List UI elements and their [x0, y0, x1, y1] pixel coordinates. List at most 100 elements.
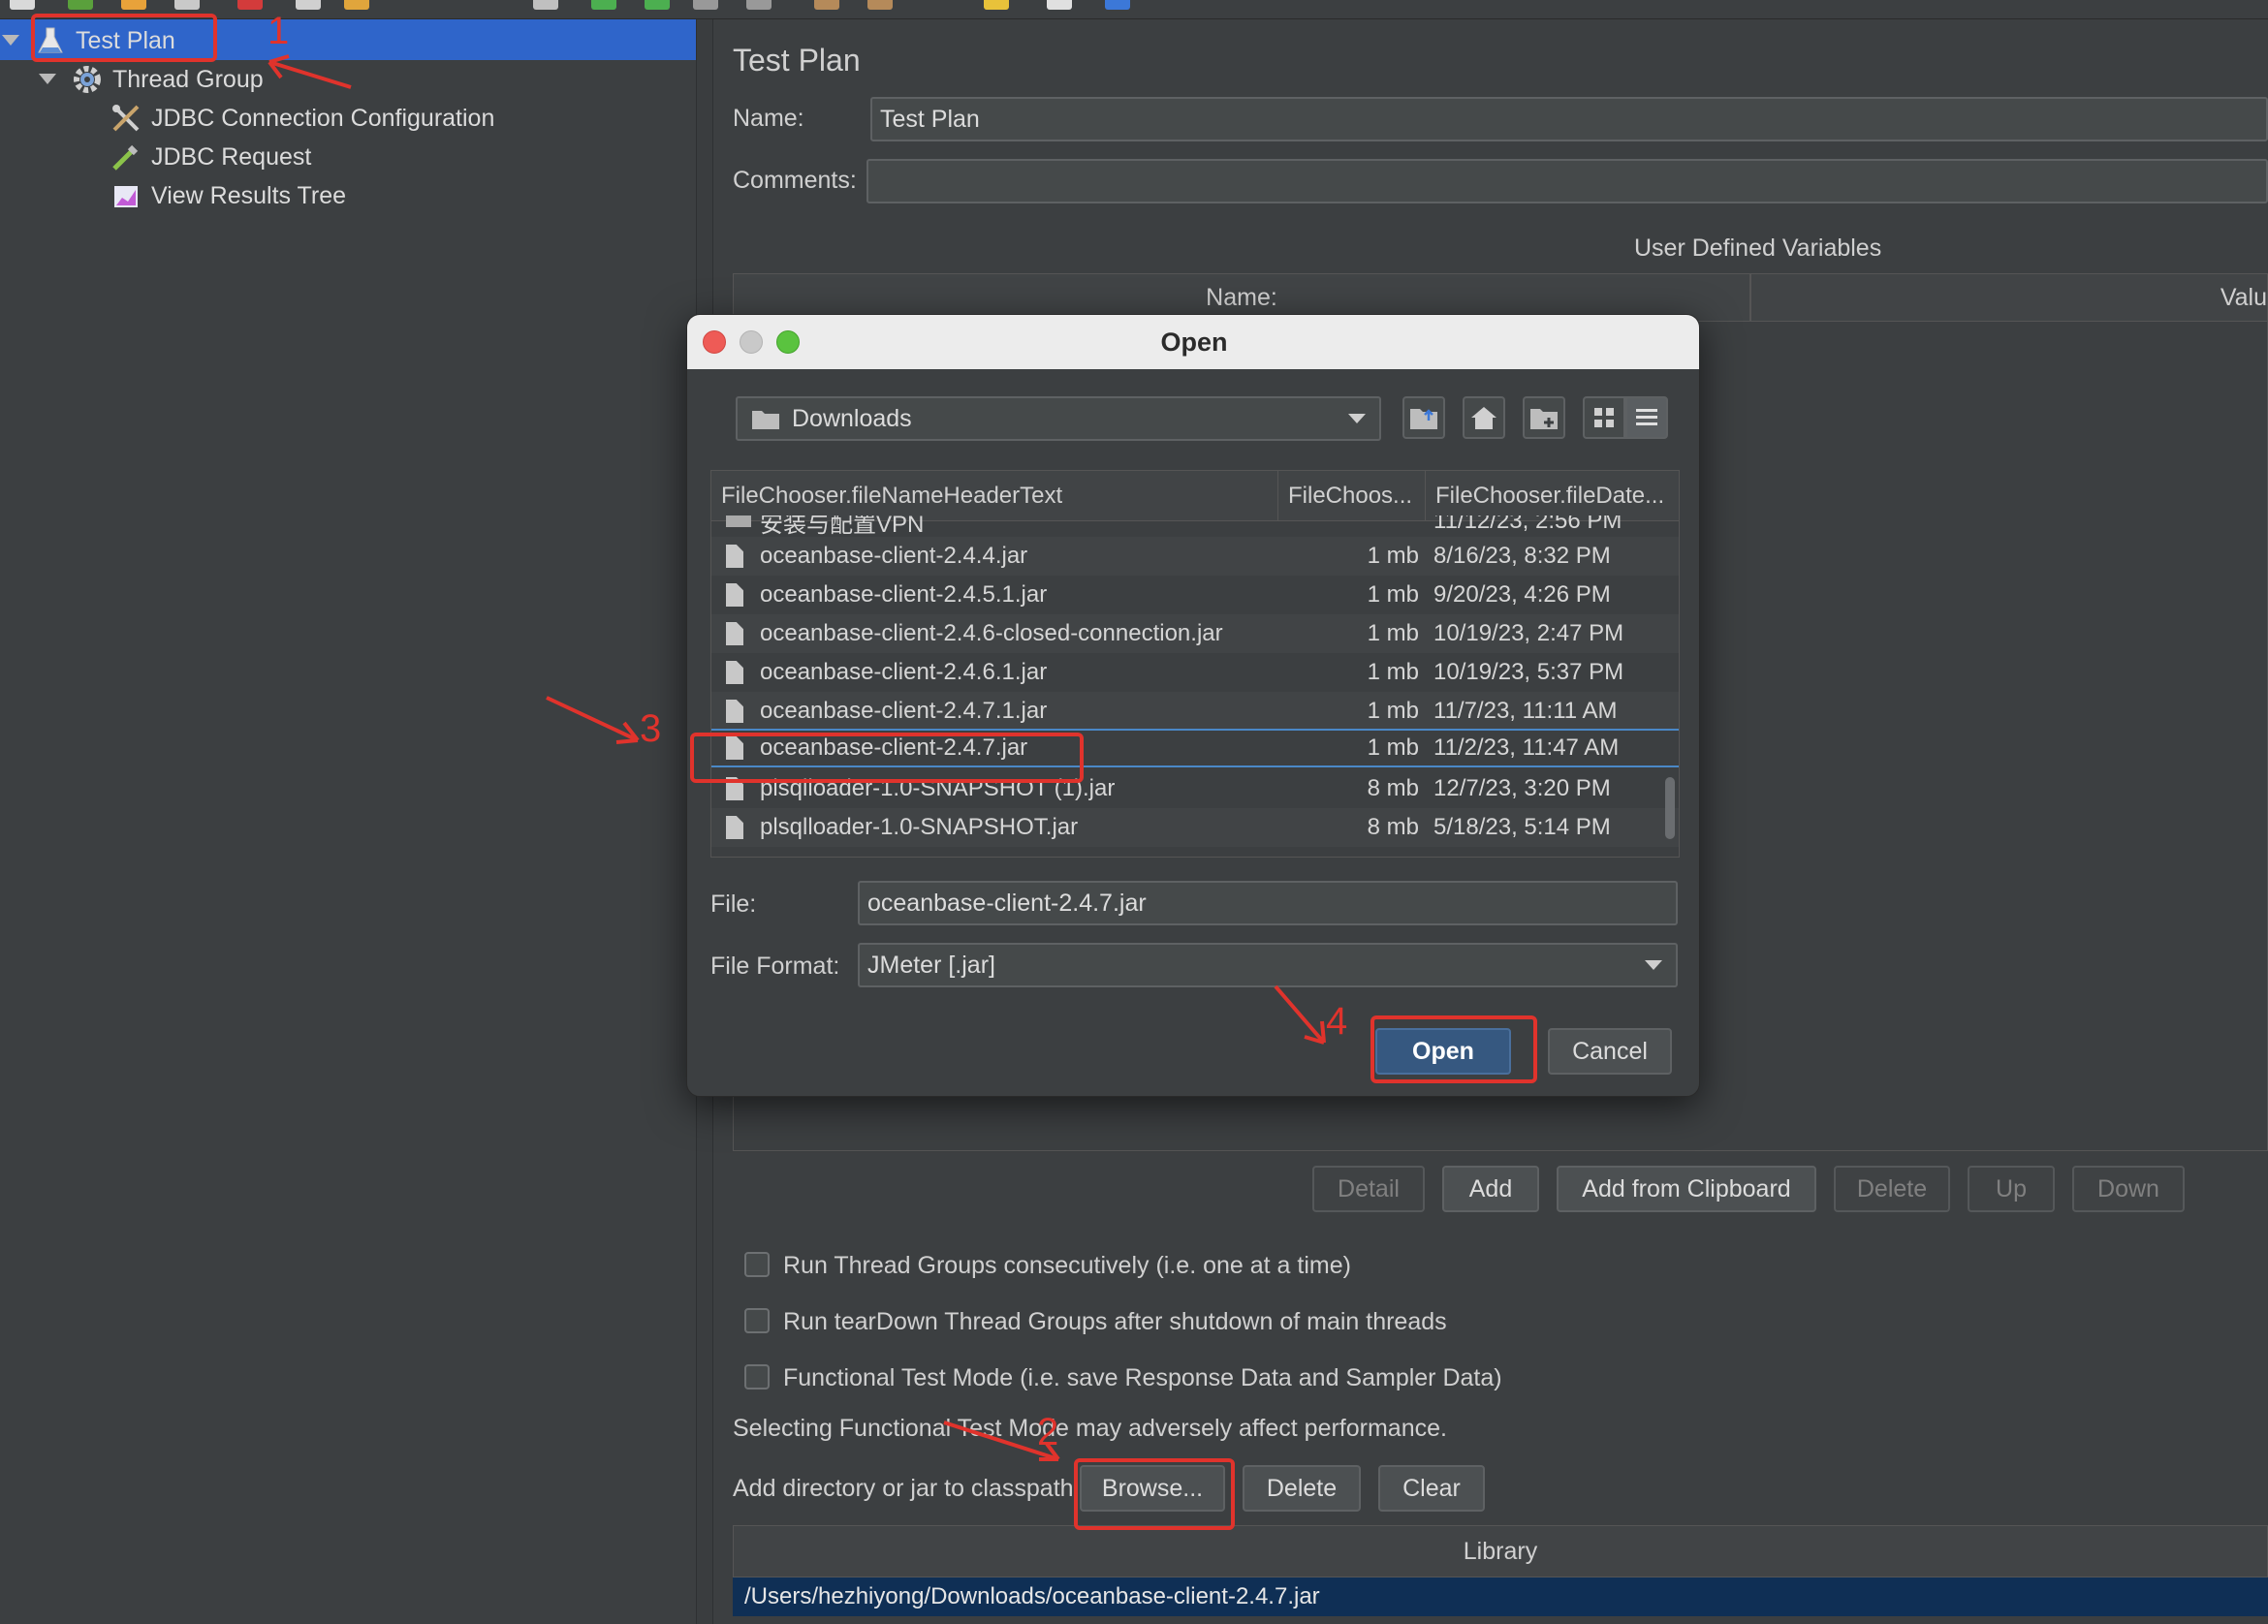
- file-format-label: File Format:: [710, 953, 840, 980]
- file-name: 安装与配置VPN: [760, 515, 925, 537]
- file-name: plsqlloader-1.0-SNAPSHOT.jar: [760, 814, 1079, 840]
- tree-item-thread-group[interactable]: Thread Group: [72, 60, 264, 99]
- chart-icon: [110, 180, 142, 211]
- cancel-button[interactable]: Cancel: [1548, 1028, 1672, 1075]
- file-row[interactable]: oceanbase-client-2.4.7.1.jar 1 mb 11/7/2…: [711, 692, 1679, 731]
- annotation-box-open: [1370, 1015, 1537, 1083]
- file-date: 10/19/23, 2:47 PM: [1433, 620, 1624, 646]
- toggle-icon[interactable]: [533, 0, 558, 10]
- folder-combo[interactable]: Downloads: [736, 396, 1381, 441]
- expand-thread-group-icon[interactable]: [39, 74, 56, 84]
- file-size: 8 mb: [1367, 775, 1419, 801]
- detail-button[interactable]: Detail: [1312, 1166, 1425, 1212]
- start-icon[interactable]: [591, 0, 616, 10]
- clear-all-icon[interactable]: [867, 0, 893, 10]
- user-defined-variables-title: User Defined Variables: [1634, 234, 1882, 262]
- test-plan-tree: [0, 19, 696, 1624]
- shutdown-icon[interactable]: [746, 0, 772, 10]
- gear-icon: [72, 64, 103, 95]
- column-header-name[interactable]: FileChooser.fileNameHeaderText: [711, 471, 1278, 521]
- list-view-button[interactable]: [1625, 396, 1668, 439]
- new-icon[interactable]: [10, 0, 35, 10]
- clear-classpath-button[interactable]: Clear: [1378, 1465, 1485, 1512]
- file-date: 11/12/23, 2:56 PM: [1433, 515, 1622, 534]
- name-field[interactable]: Test Plan: [870, 97, 2268, 141]
- minimize-window-icon[interactable]: [740, 330, 763, 354]
- file-icon: [726, 583, 743, 607]
- run-consecutively-checkbox[interactable]: [744, 1252, 770, 1277]
- dialog-title-bar[interactable]: Open: [687, 315, 1699, 369]
- file-format-value: JMeter [.jar]: [867, 951, 995, 979]
- column-header-size[interactable]: FileChoos...: [1278, 471, 1426, 521]
- column-header-date[interactable]: FileChooser.fileDate...: [1426, 471, 1679, 521]
- annotation-box-selected-file: [690, 733, 1084, 783]
- stop-icon[interactable]: [693, 0, 718, 10]
- file-date: 12/7/23, 3:20 PM: [1433, 775, 1611, 801]
- add-from-clipboard-button[interactable]: Add from Clipboard: [1557, 1166, 1816, 1212]
- start-no-pause-icon[interactable]: [645, 0, 670, 10]
- home-button[interactable]: [1463, 396, 1505, 439]
- folder-icon: [752, 411, 779, 429]
- file-name-input[interactable]: oceanbase-client-2.4.7.jar: [858, 881, 1678, 925]
- annotation-arrow-2: [943, 1421, 1060, 1461]
- new-folder-icon: [1530, 409, 1558, 429]
- tree-item-label: View Results Tree: [151, 181, 347, 209]
- tree-item-jdbc-request[interactable]: JDBC Request: [110, 138, 311, 176]
- file-list-scrollbar[interactable]: [1665, 777, 1675, 839]
- delete-classpath-button[interactable]: Delete: [1243, 1465, 1361, 1512]
- new-folder-button[interactable]: [1523, 396, 1565, 439]
- zoom-window-icon[interactable]: [776, 330, 800, 354]
- name-label: Name:: [733, 105, 804, 132]
- file-size: 1 mb: [1367, 734, 1419, 761]
- file-size: 8 mb: [1367, 814, 1419, 840]
- chevron-down-icon: [1645, 960, 1662, 970]
- up-button[interactable]: Up: [1968, 1166, 2055, 1212]
- run-teardown-checkbox[interactable]: [744, 1308, 770, 1333]
- file-row[interactable]: oceanbase-client-2.4.6.1.jar 1 mb 10/19/…: [711, 653, 1679, 692]
- comments-label: Comments:: [733, 167, 857, 194]
- down-button[interactable]: Down: [2072, 1166, 2185, 1212]
- file-name-value: oceanbase-client-2.4.7.jar: [867, 889, 1147, 917]
- open-icon[interactable]: [121, 0, 146, 10]
- run-consecutively-label: Run Thread Groups consecutively (i.e. on…: [783, 1252, 1351, 1279]
- file-row[interactable]: oceanbase-client-2.4.6-closed-connection…: [711, 614, 1679, 653]
- file-row[interactable]: 安装与配置VPN 11/12/23, 2:56 PM: [711, 515, 1679, 537]
- annotation-box-test-plan: [31, 14, 217, 62]
- tree-item-jdbc-connection-configuration[interactable]: JDBC Connection Configuration: [110, 99, 494, 138]
- file-row[interactable]: oceanbase-client-2.4.4.jar 1 mb 8/16/23,…: [711, 537, 1679, 576]
- search-icon[interactable]: [984, 0, 1009, 10]
- close-window-icon[interactable]: [703, 330, 726, 354]
- functional-test-mode-checkbox[interactable]: [744, 1364, 770, 1390]
- paste-icon[interactable]: [344, 0, 369, 10]
- tree-item-view-results-tree[interactable]: View Results Tree: [110, 176, 346, 215]
- tree-item-label: JDBC Connection Configuration: [151, 104, 495, 132]
- help-icon[interactable]: [1105, 0, 1130, 10]
- delete-variable-button[interactable]: Delete: [1834, 1166, 1950, 1212]
- clear-icon[interactable]: [814, 0, 839, 10]
- cut-icon[interactable]: [237, 0, 263, 10]
- up-folder-button[interactable]: [1402, 396, 1445, 439]
- expand-test-plan-icon[interactable]: [2, 35, 19, 46]
- library-column-header[interactable]: Library: [733, 1525, 2268, 1577]
- open-file-dialog: Open Downloads FileChooser.fileNameHeade…: [686, 314, 1700, 1097]
- toolbar: [0, 0, 2268, 19]
- grid-view-button[interactable]: [1583, 396, 1625, 439]
- file-format-select[interactable]: JMeter [.jar]: [858, 943, 1678, 987]
- comments-field[interactable]: [866, 159, 2268, 203]
- copy-icon[interactable]: [296, 0, 321, 10]
- classpath-label: Add directory or jar to classpath: [733, 1475, 1074, 1502]
- library-row[interactable]: /Users/hezhiyong/Downloads/oceanbase-cli…: [733, 1577, 2268, 1616]
- file-icon: [726, 700, 743, 723]
- file-row[interactable]: plsqlloader-1.0-SNAPSHOT.jar 8 mb 5/18/2…: [711, 808, 1679, 847]
- file-row[interactable]: oceanbase-client-2.4.5.1.jar 1 mb 9/20/2…: [711, 576, 1679, 614]
- function-helper-icon[interactable]: [1047, 0, 1072, 10]
- pipette-icon: [110, 141, 142, 172]
- library-path: /Users/hezhiyong/Downloads/oceanbase-cli…: [744, 1583, 1320, 1609]
- file-icon: [726, 545, 743, 568]
- grid-view-icon: [1594, 408, 1614, 427]
- save-icon[interactable]: [174, 0, 200, 10]
- templates-icon[interactable]: [68, 0, 93, 10]
- add-button[interactable]: Add: [1442, 1166, 1539, 1212]
- udv-column-value[interactable]: Valu: [1750, 273, 2268, 322]
- file-label: File:: [710, 890, 757, 918]
